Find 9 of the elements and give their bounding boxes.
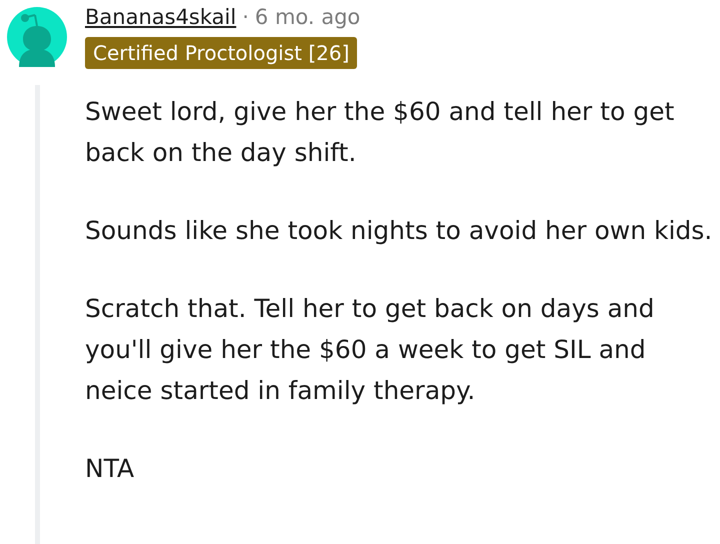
comment-paragraph: NTA [85,452,136,484]
timestamp: 6 mo. ago [254,4,360,31]
comment-paragraph: Sounds like she took nights to avoid her own kids. [85,214,713,246]
comment-paragraph: Scratch that. Tell her to get back on days and you'll give her the $60 a week to get SIL and neice started in family therapy. [85,292,656,406]
comment-paragraph: Sweet lord, give her the $60 and tell her to get back on the day shift. [85,96,676,168]
user-flair: Certified Proctologist [26] [85,36,358,68]
avatar-icon [7,7,67,67]
username-link[interactable]: Bananas4skail [85,2,236,34]
separator: · [242,4,249,31]
